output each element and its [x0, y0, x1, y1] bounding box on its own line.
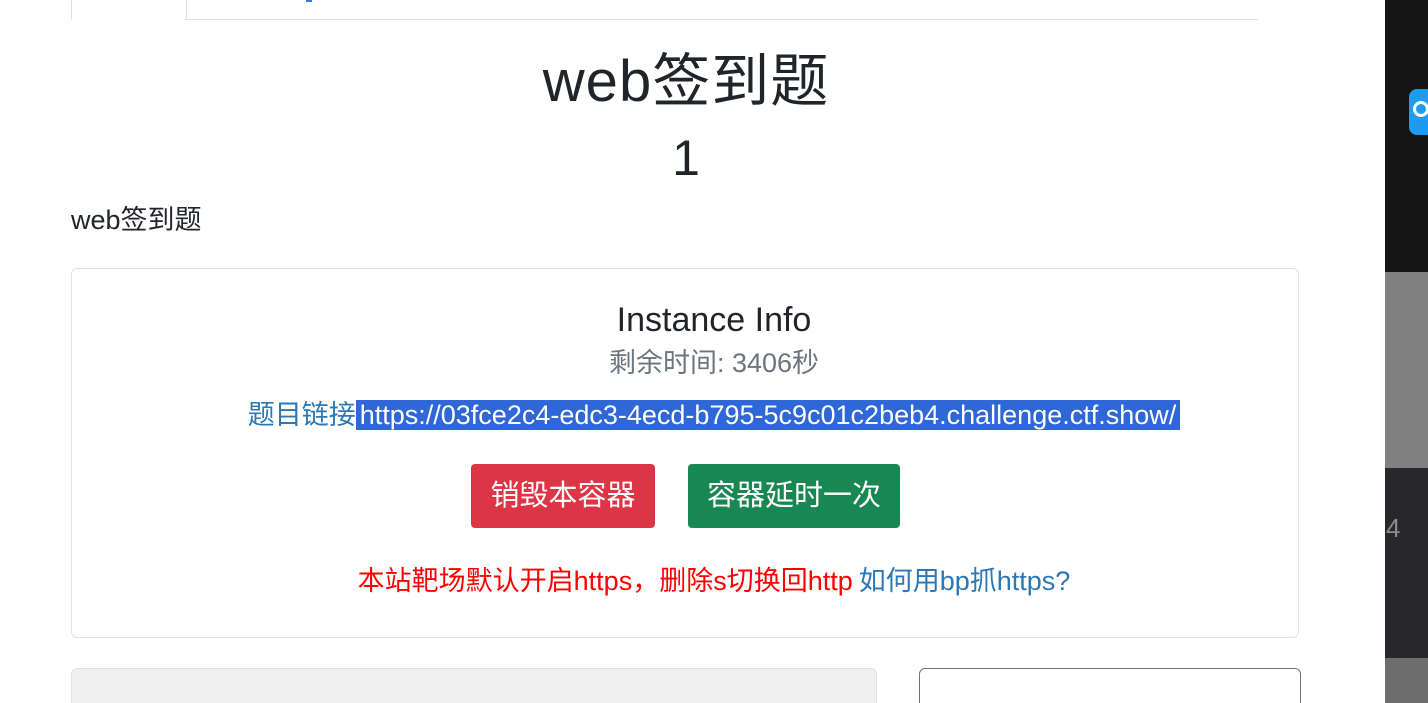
challenge-title: web签到题 — [542, 49, 830, 114]
challenge-url-link[interactable]: https://03fce2c4-edc3-4ecd-b795-5c9c01c2… — [355, 400, 1181, 430]
submit-panel — [71, 668, 877, 703]
https-notice: 本站靶场默认开启https，删除s切换回http — [357, 566, 853, 596]
side-strip-number: 4 — [1386, 513, 1401, 543]
floating-tool-button[interactable] — [1409, 89, 1428, 135]
destroy-container-button[interactable]: 销毁本容器 — [471, 464, 655, 528]
side-panel — [919, 668, 1301, 703]
challenge-link-row: 题目链接 https://03fce2c4-edc3-4ecd-b795-5c9c… — [0, 395, 1428, 435]
https-notice-row: 本站靶场默认开启https，删除s切换回http 如何用bp抓https? — [0, 562, 1428, 600]
link-label: 题目链接 — [247, 400, 356, 430]
tab-divider — [185, 19, 1258, 20]
tab-indicator — [306, 0, 312, 2]
tab-active[interactable] — [71, 0, 187, 20]
challenge-page: web签到题 1 web签到题 Instance Info 剩余时间: 3406… — [0, 0, 1428, 703]
remaining-time: 剩余时间: 3406秒 — [608, 348, 820, 378]
tool-icon — [1413, 101, 1428, 117]
extend-container-button[interactable]: 容器延时一次 — [688, 464, 900, 528]
bp-https-help-link[interactable]: 如何用bp抓https? — [859, 566, 1071, 596]
browser-side-strip: 4 — [1385, 0, 1428, 703]
challenge-value: 1 — [672, 130, 700, 186]
instance-heading: Instance Info — [616, 301, 812, 339]
challenge-description: web签到题 — [71, 205, 202, 235]
